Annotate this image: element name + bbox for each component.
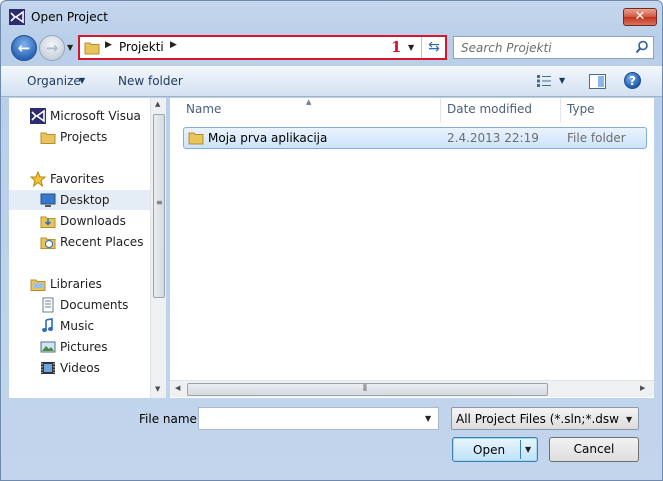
folder-icon [84,42,100,55]
file-name: Moja prva aplikacija [208,131,328,145]
table-row[interactable]: Moja prva aplikacija 2.4.2013 22:19 File… [183,127,647,149]
libraries-icon [30,279,46,291]
chevron-down-icon: ▼ [626,415,633,424]
sidebar-item-label: Music [60,319,95,333]
pictures-icon [40,341,56,353]
scroll-left-icon[interactable]: ◀ [175,384,180,392]
chevron-down-icon[interactable]: ▼ [559,76,565,85]
refresh-icon[interactable]: ⇆ [425,39,443,56]
file-type-filter-select[interactable]: All Project Files (*.sln;*.dsw;*.vc ▼ [451,407,639,430]
file-type-filter-value: All Project Files (*.sln;*.dsw;*.vc [456,412,620,426]
sidebar-item-label: Recent Places [60,235,144,249]
sidebar-item-desktop[interactable]: Desktop [9,190,150,210]
file-name-input[interactable]: ▼ [198,407,439,430]
search-icon[interactable] [635,40,649,54]
open-button[interactable]: Open ▼ [452,437,538,462]
sidebar-item-label: Pictures [60,340,108,354]
view-options-icon[interactable] [536,74,552,88]
star-icon [30,171,46,187]
navigation-scrollbar[interactable]: ▲ ≡ ▼ [150,98,166,398]
music-icon [42,318,53,332]
sidebar-item-libraries[interactable]: Libraries [9,274,150,294]
scrollbar-grip-icon: ⦀ [363,384,367,394]
divider [560,98,561,122]
breadcrumb-projekti[interactable]: Projekti [119,40,164,54]
sidebar-item-favorites[interactable]: Favorites [9,169,150,189]
search-placeholder: Search Projekti [461,41,552,55]
sidebar-item-label: Libraries [50,277,102,291]
folder-icon [188,132,204,145]
column-header-name[interactable]: Name [186,102,221,122]
sidebar-item-projects[interactable]: Projects [9,127,150,147]
close-button[interactable]: ✕ [623,8,657,26]
file-type: File folder [567,131,626,145]
arrow-left-icon: ← [17,39,31,57]
open-options-dropdown-icon[interactable]: ▼ [525,445,531,454]
sidebar-item-label: Documents [60,298,129,312]
command-bar: Organize ▼ New folder ▼ ? [1,65,662,97]
sidebar-item-label: Downloads [60,214,126,228]
back-button[interactable]: ← [11,35,37,61]
column-header-type[interactable]: Type [567,102,595,122]
help-icon[interactable]: ? [624,72,641,89]
breadcrumb-chevron-icon[interactable]: ▶ [170,40,177,50]
visual-studio-icon [9,9,25,25]
documents-icon [42,297,54,313]
divider [440,98,441,122]
sort-ascending-icon: ▲ [306,98,312,106]
sidebar-item-label: Videos [60,361,100,375]
folder-icon [40,132,56,144]
downloads-icon [40,216,56,228]
search-input[interactable]: Search Projekti [453,36,654,59]
sidebar-item-label: Favorites [50,172,105,186]
navigation-pane: Microsoft Visual St Projects Favorites D… [9,98,166,398]
sidebar-item-label: Projects [60,130,108,144]
column-header-date-modified[interactable]: Date modified [447,102,532,122]
file-name-label: File name: [139,412,201,426]
cancel-button[interactable]: Cancel [549,437,639,462]
open-project-dialog: Open Project ✕ ← → ▼ ▶ Projekti ▶ 1 ▼ ⇆ … [0,0,663,481]
organize-button[interactable]: Organize [27,74,81,88]
videos-icon [41,362,55,374]
address-dropdown-icon[interactable]: ▼ [408,43,414,52]
scroll-right-icon[interactable]: ▶ [640,384,645,392]
breadcrumb-chevron-icon[interactable]: ▶ [105,40,112,50]
annotation-marker: 1 [391,38,402,56]
sidebar-item-pictures[interactable]: Pictures [9,337,150,357]
sidebar-item-label: Desktop [60,193,110,207]
file-list: ▲ Name Date modified Type Moja prva apli… [170,98,654,398]
visual-studio-icon [30,108,46,124]
sidebar-item-music[interactable]: Music [9,316,150,336]
sidebar-item-documents[interactable]: Documents [9,295,150,315]
arrow-right-icon: → [45,39,59,57]
scrollbar-grip-icon: ≡ [156,198,163,207]
chevron-down-icon[interactable]: ▼ [425,414,431,423]
new-folder-button[interactable]: New folder [118,74,183,88]
title-bar: Open Project ✕ [1,1,662,31]
recent-places-icon [40,237,56,249]
desktop-icon [40,193,56,207]
file-date: 2.4.2013 22:19 [447,131,539,145]
scrollbar-thumb[interactable]: ⦀ [187,383,548,396]
sidebar-item-videos[interactable]: Videos [9,358,150,378]
divider [520,440,521,459]
sidebar-item-downloads[interactable]: Downloads [9,211,150,231]
forward-button[interactable]: → [39,35,65,61]
preview-pane-icon[interactable] [589,74,606,89]
sidebar-item-microsoft-visual-studio[interactable]: Microsoft Visual St [9,106,150,126]
sidebar-item-label: Microsoft Visual St [50,109,142,123]
scroll-down-icon[interactable]: ▼ [155,385,160,393]
history-dropdown-icon[interactable]: ▼ [67,43,76,52]
divider [421,37,422,58]
window-title: Open Project [31,10,108,24]
scroll-up-icon[interactable]: ▲ [155,100,160,108]
address-bar[interactable]: ▶ Projekti ▶ 1 ▼ ⇆ [78,35,447,60]
sidebar-item-recent-places[interactable]: Recent Places [9,232,150,252]
close-icon: ✕ [634,9,646,24]
open-button-label: Open [473,443,506,457]
chevron-down-icon[interactable]: ▼ [79,76,85,85]
horizontal-scrollbar[interactable]: ◀ ⦀ ▶ [170,380,654,397]
